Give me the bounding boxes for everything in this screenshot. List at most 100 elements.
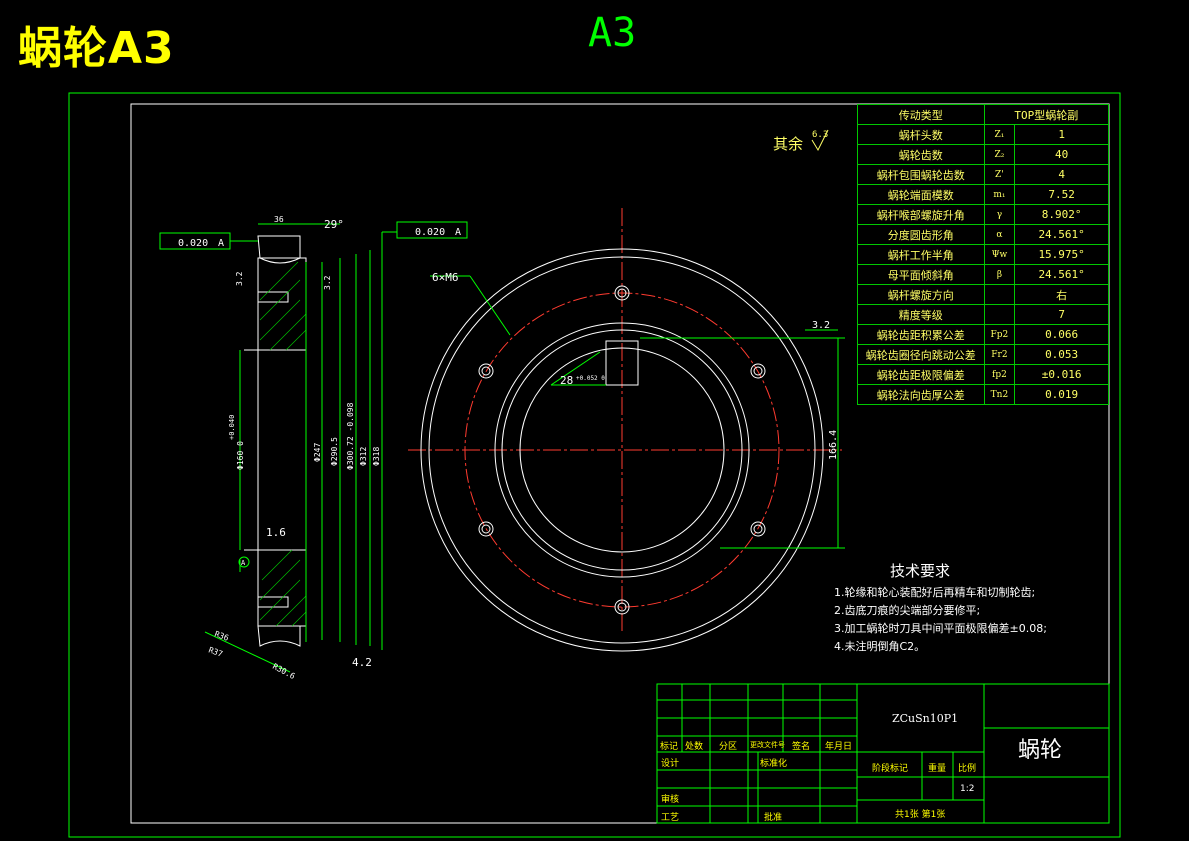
param-symbol: [983, 304, 1016, 325]
outer-rim-circle-2: [428, 256, 816, 644]
keyway-roughness: 3.2: [812, 320, 830, 331]
param-value: 7.52: [1014, 184, 1109, 205]
param-symbol: Z₁: [983, 124, 1016, 145]
param-name: 蜗杆工作半角: [857, 244, 985, 265]
tb-label: 处数: [685, 742, 704, 752]
height-dim: 166.4: [828, 430, 839, 460]
bore-region: [257, 349, 307, 551]
parameter-table: 传动类型 TOP型蜗轮副 蜗杆头数 Z₁ 1 蜗轮齿数 Z₂ 40 蜗杆包围蜗轮齿数 Z' 4 蜗轮端…: [857, 104, 1110, 405]
dim-bottom: 4.2: [352, 656, 372, 669]
dim-angle: 29°: [324, 218, 344, 231]
tb-label: 阶段标记: [872, 764, 909, 774]
sheet-info: 共1张 第1张: [895, 810, 946, 820]
lower-screw: [257, 596, 289, 608]
param-symbol: Tn2: [983, 384, 1016, 405]
param-row: 蜗杆头数 Z₁ 1: [857, 124, 1109, 145]
param-symbol: β: [983, 264, 1016, 285]
param-row: 精度等级 7: [857, 304, 1109, 325]
keyway-width: 28: [560, 374, 573, 387]
tb-label: 标准化: [760, 759, 788, 769]
param-name: 蜗轮齿数: [857, 144, 985, 165]
param-row: 蜗轮齿距积累公差 Fp2 0.066: [857, 324, 1109, 345]
hole-leader: [469, 275, 511, 336]
param-value: 右: [1014, 284, 1109, 305]
tb-label: 分区: [719, 742, 738, 752]
upper-screw: [257, 291, 289, 303]
section-hatching: [259, 261, 307, 627]
tb-label: 批准: [764, 813, 783, 823]
param-value: TOP型蜗轮副: [983, 104, 1110, 125]
param-row: 蜗轮齿距极限偏差 fp2 ±0.016: [857, 364, 1109, 385]
tb-label: 标记: [660, 742, 679, 752]
param-value: 8.902°: [1014, 204, 1109, 225]
rough-side-1: 3.2: [235, 271, 244, 286]
tb-label: 签名: [792, 742, 811, 752]
param-row: 蜗杆包围蜗轮齿数 Z' 4: [857, 164, 1109, 185]
scale-value: 1:2: [960, 784, 975, 794]
requirement-item: 2.齿底刀痕的尖端部分要修平;: [834, 604, 981, 617]
param-name: 蜗杆包围蜗轮齿数: [857, 164, 985, 185]
param-row: 蜗杆螺旋方向 右: [857, 284, 1109, 305]
dim-d6: Φ318: [372, 447, 381, 466]
dim-d3: Φ290.5: [330, 437, 339, 466]
param-symbol: Fp2: [983, 324, 1016, 345]
tol-right-ref: A: [455, 227, 461, 238]
dim-d2: Φ247: [313, 443, 322, 462]
param-name: 蜗轮齿圈径向跳动公差: [857, 344, 985, 365]
datum-label: A: [241, 559, 246, 567]
param-symbol: γ: [983, 204, 1016, 225]
param-name: 蜗杆喉部螺旋升角: [857, 204, 985, 225]
tb-label: 设计: [661, 759, 680, 769]
rim-lower-profile: [257, 625, 301, 647]
requirement-item: 1.轮缘和轮心装配好后再精车和切制轮齿;: [834, 586, 1036, 599]
param-row: 分度圆齿形角 α 24.561°: [857, 224, 1109, 245]
param-name: 蜗轮端面模数: [857, 184, 985, 205]
param-value: 0.019: [1014, 384, 1109, 405]
param-row: 蜗轮齿圈径向跳动公差 Fr2 0.053: [857, 344, 1109, 365]
param-name: 蜗杆螺旋方向: [857, 284, 985, 305]
dim-rough-1: 1.6: [266, 526, 286, 539]
param-name: 蜗轮齿距极限偏差: [857, 364, 985, 385]
param-symbol: Fr2: [983, 344, 1016, 365]
tb-label: 重量: [928, 764, 947, 774]
param-value: 24.561°: [1014, 224, 1109, 245]
param-row: 蜗杆工作半角 Ψw 15.975°: [857, 244, 1109, 265]
technical-requirements: 技术要求 1.轮缘和轮心装配好后再精车和切制轮齿; 2.齿底刀痕的尖端部分要修平…: [834, 562, 1047, 656]
param-value: ±0.016: [1014, 364, 1109, 385]
dim-r2: R37: [207, 645, 224, 658]
param-name: 分度圆齿形角: [857, 224, 985, 245]
param-row: 蜗轮齿数 Z₂ 40: [857, 144, 1109, 165]
param-value: 4: [1014, 164, 1109, 185]
material-label: ZCuSn10P1: [892, 712, 959, 725]
surface-note-label: 其余: [773, 135, 803, 153]
param-row: 蜗轮法向齿厚公差 Tn2 0.019: [857, 384, 1109, 405]
param-value: 0.066: [1014, 324, 1109, 345]
param-name: 蜗轮法向齿厚公差: [857, 384, 985, 405]
dim-r1: R36: [213, 629, 230, 642]
param-symbol: Ψw: [983, 244, 1016, 265]
tb-label: 工艺: [661, 813, 680, 823]
tb-label: 年月日: [825, 742, 853, 752]
param-name: 传动类型: [857, 104, 985, 125]
front-view: [408, 208, 845, 652]
param-row: 母平面倾斜角 β 24.561°: [857, 264, 1109, 285]
rim-upper-profile: [257, 235, 301, 264]
param-value: 24.561°: [1014, 264, 1109, 285]
param-row: 蜗轮端面模数 m₁ 7.52: [857, 184, 1109, 205]
param-row: 蜗杆喉部螺旋升角 γ 8.902°: [857, 204, 1109, 225]
requirements-title: 技术要求: [890, 562, 951, 580]
param-symbol: Z₂: [983, 144, 1016, 165]
requirement-item: 3.加工蜗轮时刀具中间平面极限偏差±0.08;: [834, 622, 1047, 635]
dim-d1-tol: +0.040: [228, 415, 236, 440]
param-symbol: Z': [983, 164, 1016, 185]
part-name: 蜗轮: [1018, 738, 1063, 763]
param-name: 精度等级: [857, 304, 985, 325]
dim-d4: Φ300.72 -0.098: [346, 402, 355, 470]
tb-label: 更改文件号: [750, 741, 785, 749]
tol-left-value: 0.020: [178, 238, 208, 249]
requirement-item: 4.未注明倒角C2。: [834, 640, 926, 653]
param-row: 传动类型 TOP型蜗轮副: [857, 104, 1110, 125]
param-value: 7: [1014, 304, 1109, 325]
upper-wall: [257, 257, 307, 351]
tb-label: 审核: [661, 795, 680, 805]
